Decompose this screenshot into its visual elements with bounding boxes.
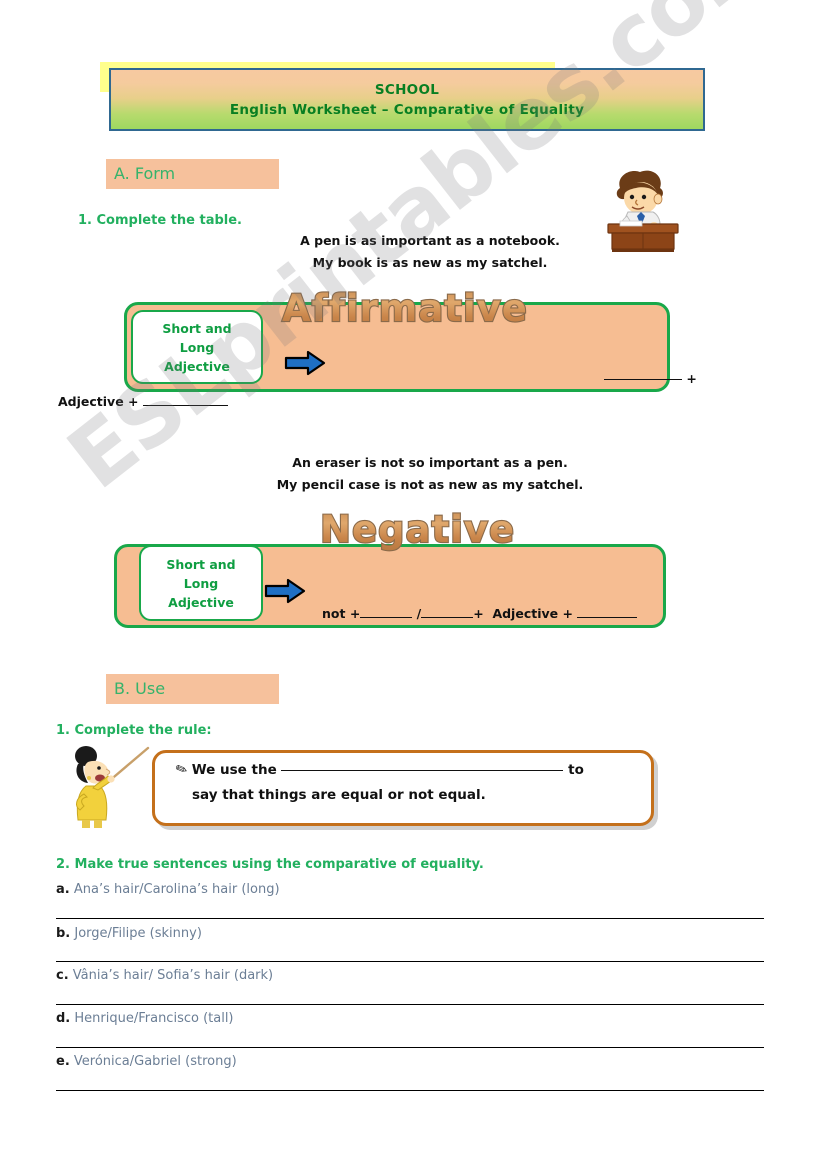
affirmative-example-1: A pen is as important as a notebook.: [300, 233, 560, 248]
negative-wordart-title: Negative: [320, 508, 516, 551]
exercise-letter-b: b.: [56, 926, 71, 941]
answer-line-c[interactable]: [56, 1004, 764, 1005]
affirmative-examples: A pen is as important as a notebook. My …: [265, 230, 595, 274]
negative-arrow-icon: [264, 578, 306, 608]
negative-blank-1[interactable]: [360, 617, 413, 618]
affirmative-tail-plus: +: [686, 371, 697, 386]
answer-line-d[interactable]: [56, 1047, 764, 1048]
rule-line-2: say that things are equal or not equal.: [192, 787, 486, 803]
list-item: e. Verónica/Gabriel (strong): [56, 1054, 237, 1069]
negative-adjective-label: Short and Long Adjective: [139, 545, 263, 621]
boy-writing-icon: [596, 166, 684, 258]
negative-example-1: An eraser is not so important as a pen.: [292, 455, 568, 470]
rule-line-1-suffix: to: [568, 762, 584, 778]
list-item: a. Ana’s hair/Carolina’s hair (long): [56, 882, 280, 897]
list-item: d. Henrique/Francisco (tall): [56, 1011, 234, 1026]
exercise-text-a: Ana’s hair/Carolina’s hair (long): [73, 882, 280, 897]
task-b1-label: 1. Complete the rule:: [56, 723, 212, 738]
list-item: c. Vânia’s hair/ Sofia’s hair (dark): [56, 968, 273, 983]
teacher-pointer-icon: [62, 742, 154, 834]
negative-label-line-3: Adjective: [168, 594, 234, 610]
exercise-letter-a: a.: [56, 882, 70, 897]
negative-example-2: My pencil case is not as new as my satch…: [276, 477, 584, 492]
affirmative-tail-blank[interactable]: [604, 379, 682, 380]
affirmative-wordart-title: Affirmative: [282, 287, 528, 330]
negative-formula: not + / + Adjective +: [322, 606, 638, 621]
answer-line-b[interactable]: [56, 961, 764, 962]
negative-formula-adjective: Adjective +: [492, 606, 573, 621]
section-heading-a: A. Form: [106, 159, 279, 189]
worksheet-header: SCHOOL English Worksheet – Comparative o…: [100, 62, 710, 134]
exercise-text-d: Henrique/Francisco (tall): [74, 1011, 234, 1026]
affirmative-below-blank[interactable]: [142, 405, 228, 406]
task-a1-label: 1. Complete the table.: [78, 213, 242, 228]
list-item: b. Jorge/Filipe (skinny): [56, 926, 202, 941]
negative-examples: An eraser is not so important as a pen. …: [265, 452, 595, 496]
affirmative-below-prefix: Adjective +: [58, 394, 139, 409]
rule-line-1-prefix: We use the: [191, 762, 277, 778]
rule-blank[interactable]: [281, 770, 564, 771]
answer-line-e[interactable]: [56, 1090, 764, 1091]
pencil-icon: ✎: [173, 760, 191, 780]
affirmative-label-line-1: Short and: [162, 320, 232, 336]
negative-formula-plus-1: +: [473, 606, 484, 621]
affirmative-adjective-label: Short and Long Adjective: [131, 310, 263, 384]
exercise-letter-c: c.: [56, 968, 69, 983]
exercise-text-c: Vânia’s hair/ Sofia’s hair (dark): [72, 968, 274, 983]
section-heading-b: B. Use: [106, 674, 279, 704]
task-b2-label: 2. Make true sentences using the compara…: [56, 857, 484, 872]
exercise-letter-e: e.: [56, 1054, 70, 1069]
negative-blank-2[interactable]: [421, 617, 474, 618]
exercise-text-b: Jorge/Filipe (skinny): [74, 926, 202, 941]
header-subtitle: English Worksheet – Comparative of Equal…: [229, 101, 585, 118]
negative-label-line-1: Short and: [166, 556, 236, 572]
worksheet-page: ESLprintables.com SCHOOL English Workshe…: [0, 0, 821, 1169]
exercise-letter-d: d.: [56, 1011, 71, 1026]
header-title-box: SCHOOL English Worksheet – Comparative o…: [109, 68, 705, 131]
negative-blank-3[interactable]: [577, 617, 638, 618]
answer-line-a[interactable]: [56, 918, 764, 919]
affirmative-blank-tail: +: [604, 371, 697, 386]
header-school-title: SCHOOL: [374, 81, 440, 98]
affirmative-arrow-icon: [284, 350, 326, 380]
negative-formula-slash: /: [416, 606, 422, 621]
rule-line-1: ✎We use the to: [173, 760, 584, 780]
affirmative-label-line-3: Adjective: [164, 358, 230, 374]
affirmative-example-2: My book is as new as my satchel.: [312, 255, 548, 270]
exercise-text-e: Verónica/Gabriel (strong): [73, 1054, 237, 1069]
affirmative-below-formula: Adjective +: [58, 394, 228, 409]
affirmative-label-line-2: Long: [179, 339, 215, 355]
negative-label-line-2: Long: [183, 575, 219, 591]
negative-formula-not: not +: [322, 606, 361, 621]
